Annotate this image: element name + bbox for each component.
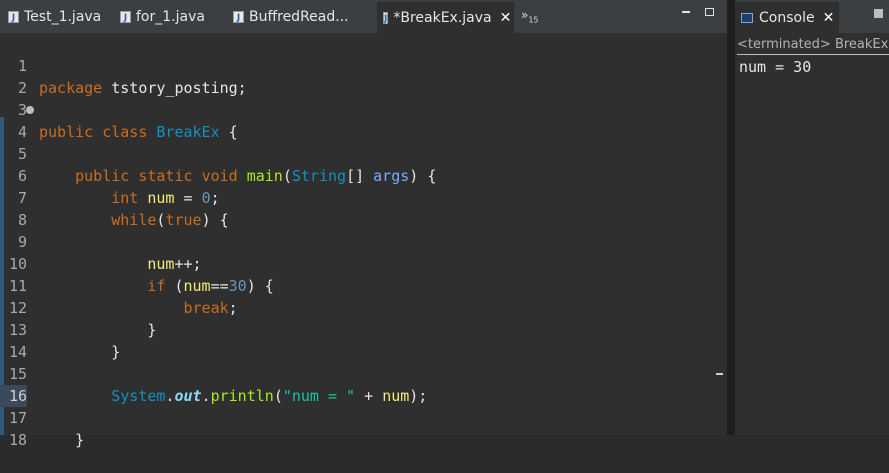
code-line: 4 public static void main(String[] args)… bbox=[0, 99, 727, 185]
code-line: 6 int num = 0; bbox=[0, 143, 727, 207]
code-line: 3 public class BreakEx { bbox=[0, 77, 727, 141]
tab-for-1-java[interactable]: J for_1.java bbox=[114, 4, 211, 30]
tab-label: Console bbox=[759, 9, 815, 26]
code-line: 18 bbox=[0, 407, 727, 449]
code-line: 11 break; bbox=[0, 253, 727, 317]
console-pane: Console ✕ <terminated> BreakEx [Java App… bbox=[735, 0, 889, 435]
code-line: 14 bbox=[0, 319, 727, 361]
overview-ruler-mark[interactable] bbox=[716, 373, 723, 375]
code-line: 2 bbox=[0, 55, 727, 97]
tab-console[interactable]: Console ✕ bbox=[735, 2, 839, 33]
code-line: 7 while(true) { bbox=[0, 165, 727, 229]
fold-collapse-icon[interactable] bbox=[26, 106, 34, 114]
code-line: 1 package tstory_posting; bbox=[0, 33, 727, 97]
code-line-current: 16 bbox=[0, 363, 727, 407]
code-line: 9 num++; bbox=[0, 209, 727, 273]
close-icon[interactable]: ✕ bbox=[823, 10, 835, 26]
tab-label: Test_1.java bbox=[24, 9, 102, 25]
minimize-icon[interactable] bbox=[874, 9, 883, 18]
tab-label: *BreakEx.java bbox=[393, 9, 492, 26]
code-line: 13 } bbox=[0, 297, 727, 361]
editor-tab-bar: J Test_1.java J for_1.java J BuffredRead… bbox=[0, 0, 727, 34]
tab-label: for_1.java bbox=[136, 9, 205, 25]
line-number: 18 bbox=[8, 431, 27, 449]
tab-buffredread[interactable]: J BuffredRead... bbox=[227, 4, 355, 30]
code-line: 10 if (num==30) { bbox=[0, 231, 727, 295]
code-line: 15 System.out.println("num = " + num); bbox=[0, 341, 727, 405]
tab-test-1-java[interactable]: J Test_1.java bbox=[2, 4, 107, 30]
maximize-icon[interactable] bbox=[705, 8, 714, 16]
code-editor[interactable]: 1 package tstory_posting; 2 3 public cla… bbox=[0, 33, 727, 449]
editor-pane: J Test_1.java J for_1.java J BuffredRead… bbox=[0, 0, 727, 449]
code-line: 12 } bbox=[0, 275, 727, 339]
minimize-icon[interactable] bbox=[682, 11, 690, 13]
console-icon bbox=[741, 12, 753, 23]
java-file-icon: J bbox=[383, 11, 389, 24]
code-line: 5 bbox=[0, 121, 727, 163]
code-line: 8 bbox=[0, 187, 727, 229]
console-tab-bar: Console ✕ bbox=[735, 0, 889, 33]
token-text: } bbox=[75, 431, 85, 449]
tab-label: BuffredRead... bbox=[249, 9, 349, 25]
java-file-icon: J bbox=[120, 11, 131, 23]
tab-breakex-java[interactable]: J *BreakEx.java ✕ bbox=[377, 2, 514, 33]
pane-divider[interactable] bbox=[727, 0, 735, 435]
console-output[interactable]: num = 30 bbox=[739, 57, 811, 77]
java-file-icon: J bbox=[8, 11, 19, 23]
console-process-status: <terminated> BreakEx [Java Application] bbox=[737, 36, 889, 55]
code-line: 17 } bbox=[0, 385, 727, 449]
hidden-tab-count: 15 bbox=[528, 15, 539, 25]
close-icon[interactable]: ✕ bbox=[500, 10, 512, 26]
tab-overflow-button[interactable]: »15 bbox=[521, 8, 539, 24]
java-file-icon: J bbox=[233, 11, 244, 23]
